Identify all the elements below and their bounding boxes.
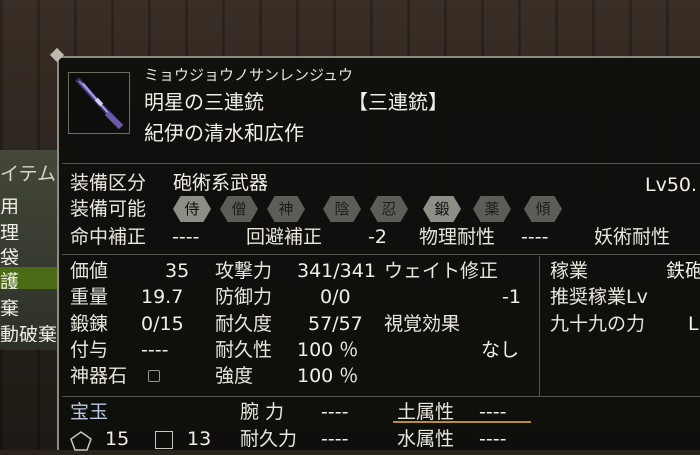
forge-label: 鍛錬	[70, 313, 109, 335]
class-badge-ninja: 忍	[370, 196, 408, 222]
visual-effect-value: なし	[481, 339, 520, 361]
earth-attribute-value: ----	[479, 401, 507, 423]
price-value: 35	[165, 260, 190, 282]
item-name: 明星の三連銃	[144, 90, 264, 114]
square-slot-count: 13	[187, 428, 212, 450]
evade-correction-label: 回避補正	[246, 226, 323, 248]
class-badge-priest: 神	[267, 196, 305, 222]
wait-correction-value: -1	[502, 286, 521, 308]
defense-label: 防御力	[215, 286, 273, 308]
job-label: 稼業	[550, 260, 589, 282]
item-menu-title: イテム	[0, 163, 57, 185]
weight-value: 19.7	[141, 286, 184, 308]
arm-strength-value: ----	[321, 401, 349, 423]
attack-value: 341/341	[297, 260, 376, 282]
equip-class-label: 装備区分	[70, 172, 147, 194]
evade-correction-value: -2	[368, 226, 387, 248]
grant-label: 付与	[70, 339, 109, 361]
class-badge-smith: 鍛	[423, 196, 461, 222]
class-badge-monk: 僧	[220, 196, 258, 222]
item-category: 【三連銃】	[348, 90, 448, 114]
sacred-stone-label: 神器石	[70, 365, 128, 387]
weight-label: 重量	[70, 286, 109, 308]
gem-label: 宝玉	[70, 401, 109, 423]
rifle-icon	[68, 72, 130, 134]
earth-attribute-underline	[393, 421, 531, 423]
item-reading: ミョウジョウノサンレンジュウ	[144, 66, 353, 84]
magic-resist-label: 妖術耐性	[594, 226, 671, 248]
pentagon-slot-icon	[70, 431, 92, 451]
pentagon-slot-count: 15	[105, 428, 130, 450]
item-menu-entry-5[interactable]: 棄	[0, 294, 60, 316]
item-menu-entry-1[interactable]: 用	[0, 192, 60, 214]
strength-label: 強度	[215, 365, 254, 387]
tsukumo-power-label: 九十九の力	[550, 313, 646, 335]
divider-bottom	[62, 396, 700, 397]
water-attribute-value: ----	[479, 428, 507, 450]
attack-label: 攻撃力	[215, 260, 273, 282]
water-attribute-label: 水属性	[397, 428, 455, 450]
item-menu-entry-4-selected[interactable]: 護	[0, 267, 60, 289]
sacred-stone-checkbox[interactable]	[148, 370, 160, 382]
job-value: 鉄砲	[666, 260, 700, 282]
divider-middle	[62, 254, 700, 255]
visual-effect-label: 視覚効果	[384, 313, 461, 335]
endurance-power-label: 耐久力	[240, 428, 298, 450]
square-slot-icon	[155, 431, 173, 449]
equip-usable-label: 装備可能	[70, 198, 147, 220]
price-label: 価値	[70, 260, 109, 282]
wait-correction-label: ウェイト修正	[384, 260, 499, 282]
divider-right-column	[539, 256, 540, 396]
tsukumo-power-value: L	[688, 313, 699, 335]
endurance-value: 100 ％	[297, 339, 359, 361]
class-badge-kabuki: 傾	[524, 196, 562, 222]
phys-resist-label: 物理耐性	[419, 226, 496, 248]
earth-attribute-label: 土属性	[397, 401, 455, 423]
strength-value: 100 ％	[297, 365, 359, 387]
class-badge-apothecary: 薬	[473, 196, 511, 222]
durability-value: 57/57	[308, 313, 363, 335]
durability-label: 耐久度	[215, 313, 273, 335]
item-menu-entry-3[interactable]: 袋	[0, 243, 60, 265]
equip-class-value: 砲術系武器	[173, 172, 269, 194]
endurance-label: 耐久性	[215, 339, 273, 361]
item-menu-entry-2[interactable]: 理	[0, 218, 60, 240]
hit-correction-label: 命中補正	[70, 226, 147, 248]
phys-resist-value: ----	[521, 226, 549, 248]
hit-correction-value: ----	[172, 226, 200, 248]
item-detail-panel	[57, 56, 700, 450]
forge-value: 0/15	[141, 313, 184, 335]
grant-value: ----	[141, 339, 169, 361]
recommended-level-label: 推奨稼業Lv	[550, 286, 648, 308]
divider-top	[62, 163, 700, 164]
item-maker: 紀伊の清水和広作	[144, 121, 304, 145]
endurance-power-value: ----	[321, 428, 349, 450]
defense-value: 0/0	[320, 286, 351, 308]
item-menu-entry-6[interactable]: 動破棄	[0, 320, 60, 342]
class-badge-onmyoji: 陰	[323, 196, 361, 222]
class-badge-samurai: 侍	[173, 196, 211, 222]
arm-strength-label: 腕 力	[240, 401, 285, 423]
level-value: Lv50.	[645, 174, 698, 196]
